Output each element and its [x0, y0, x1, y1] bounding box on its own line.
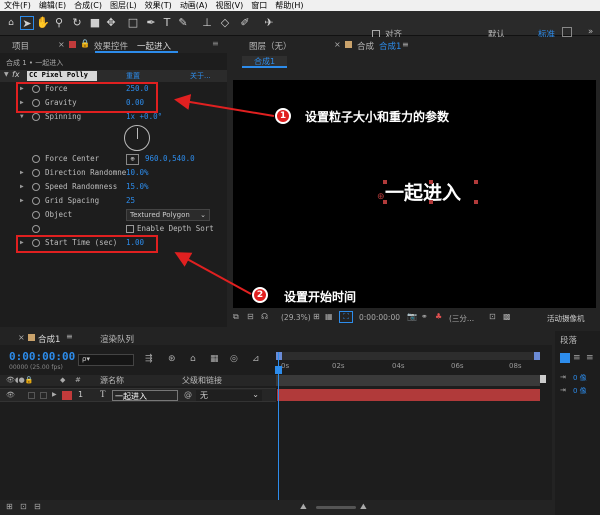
text-layer-icon: T	[100, 389, 106, 399]
column-source-name[interactable]: 源名称	[100, 375, 124, 386]
draft-3d-icon[interactable]: ⊛	[168, 354, 176, 364]
comp-icon	[28, 334, 35, 341]
work-area-end-handle[interactable]	[534, 352, 540, 360]
timeline-tabs: × 合成1 ≡ 渲染队列	[0, 331, 552, 345]
number-icon[interactable]: #	[75, 376, 81, 384]
parent-select-value: 无	[200, 391, 208, 400]
graph-editor-icon[interactable]: ⊿	[252, 354, 260, 364]
render-time-icon[interactable]: ⊟	[34, 502, 41, 511]
expand-triangle-icon[interactable]: ▶	[52, 391, 57, 398]
panel-menu-icon[interactable]: ≡	[66, 332, 73, 341]
timeline-footer: ⊞ ⊡ ⊟ ⛰ ⛰	[0, 500, 552, 515]
lock-toggle[interactable]	[40, 392, 47, 399]
visibility-icon[interactable]: 👁	[6, 391, 15, 399]
parent-select[interactable]: 无 ⌄	[196, 390, 262, 401]
timeline-zoom-slider[interactable]	[316, 506, 356, 509]
ruler-label: 04s	[392, 362, 405, 370]
playhead-handle[interactable]	[275, 366, 282, 374]
shy-icon[interactable]: ⌂	[190, 354, 196, 364]
ruler-label: 02s	[332, 362, 345, 370]
zoom-out-icon[interactable]: ⛰	[300, 502, 307, 512]
timeline-end-marker	[540, 375, 546, 383]
layer-name[interactable]: 一起进入	[112, 390, 178, 401]
motion-blur-icon[interactable]: ◎	[230, 354, 238, 364]
annotation-badge-1: 1	[275, 108, 291, 124]
space-before-value[interactable]: 0 像	[573, 386, 587, 396]
annotation-text-1: 设置粒子大小和重力的参数	[305, 110, 450, 124]
paragraph-title: 段落	[560, 336, 578, 346]
paragraph-panel: 段落 ≡ ≡ ⇥ 0 像 ⇥ 0 像	[555, 331, 600, 515]
zoom-in-icon[interactable]: ⛰	[360, 502, 367, 512]
label-icon[interactable]: ◆	[60, 376, 65, 384]
av-switches-icon[interactable]: 👁◖●🔒	[6, 376, 33, 384]
layer-column-header: 👁◖●🔒 ◆ # 源名称 父级和链接	[0, 375, 276, 386]
toggle-switches-icon[interactable]: ⊞	[6, 502, 13, 511]
toggle-modes-icon[interactable]: ⊡	[20, 502, 27, 511]
timeline-search-input[interactable]: ρ▾	[78, 354, 134, 366]
chevron-down-icon: ⌄	[252, 390, 259, 399]
close-icon[interactable]: ×	[18, 333, 25, 342]
layer-number: 1	[78, 390, 84, 399]
align-center-icon[interactable]: ≡	[573, 353, 581, 363]
align-left-icon[interactable]	[560, 353, 570, 363]
ruler-label: 08s	[509, 362, 522, 370]
space-before-icon: ⇥	[560, 386, 566, 394]
layer-label-color[interactable]	[62, 391, 72, 400]
work-area-start-handle[interactable]	[276, 352, 282, 360]
arrow-2	[174, 252, 252, 295]
annotation-badge-2: 2	[252, 287, 268, 303]
column-parent-link[interactable]: 父级和链接	[182, 375, 222, 386]
indent-left-icon: ⇥	[560, 373, 566, 381]
tab-render-queue[interactable]: 渲染队列	[100, 333, 134, 345]
solo-toggle[interactable]	[28, 392, 35, 399]
indent-left-value[interactable]: 0 像	[573, 373, 587, 383]
timeline-timecode[interactable]: 0:00:00:00	[9, 350, 75, 363]
playhead-line	[278, 352, 279, 515]
tab-timeline-comp[interactable]: 合成1	[38, 333, 60, 345]
comp-mini-flowchart-icon[interactable]: ⇶	[145, 354, 153, 364]
layer-row[interactable]: 👁 ▶ 1 T 一起进入 @ 无 ⌄	[0, 388, 276, 402]
ruler-label: 0s	[281, 362, 290, 370]
pick-whip-icon[interactable]: @	[184, 390, 192, 399]
ruler-label: 06s	[451, 362, 464, 370]
layer-duration-bar[interactable]	[277, 389, 540, 401]
timeline-fps: 00000 (25.00 fps)	[9, 364, 63, 371]
work-area-bar[interactable]	[276, 352, 540, 360]
frame-blend-icon[interactable]: ▦	[210, 354, 219, 364]
align-right-icon[interactable]: ≡	[586, 353, 594, 363]
time-ruler-track[interactable]	[276, 375, 540, 386]
annotation-text-2: 设置开始时间	[284, 290, 357, 304]
arrow-1	[174, 94, 275, 117]
